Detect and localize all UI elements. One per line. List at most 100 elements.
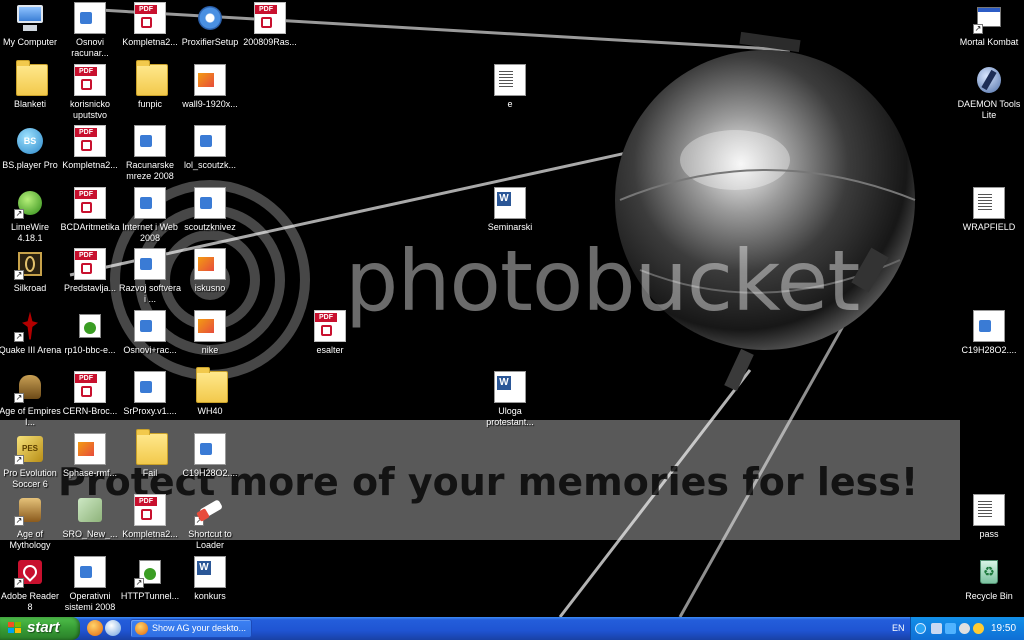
desktop-icon-blanketi[interactable]: Blanketi: [0, 59, 62, 110]
desktop-icon-osnovi-rac[interactable]: Osnovi+rac...: [118, 309, 182, 356]
desktop-icon-seminarski[interactable]: Seminarski: [478, 186, 542, 233]
desktop-icon-pass[interactable]: pass: [957, 494, 1021, 540]
desktop-icon-daemon[interactable]: DAEMON Tools Lite: [957, 64, 1021, 121]
desktop-icon-nike[interactable]: nike: [178, 309, 242, 356]
desktop-icon-label: Blanketi: [13, 98, 47, 109]
desktop-icon-predstavlja[interactable]: Predstavlja...: [58, 248, 122, 294]
desktop-icon-label: scoutzknivez: [184, 221, 236, 232]
desktop-icon-shortcut-loader[interactable]: ↗ Shortcut to Loader: [178, 494, 242, 551]
script-icon: [134, 309, 166, 342]
desktop-icon-osnovi-racunar[interactable]: Osnovi racunar...: [58, 2, 122, 59]
pdf-icon: [134, 494, 166, 526]
daemon-tray-icon[interactable]: [945, 623, 956, 634]
desktop-icon-funpic[interactable]: funpic: [118, 59, 182, 110]
desktop-icon-label: nike: [201, 344, 219, 355]
desktop-icon-internet-web[interactable]: Internet i Web 2008: [118, 186, 182, 244]
network-icon[interactable]: [931, 623, 942, 634]
desktop-icon-lol-scout[interactable]: lol_scoutzk...: [178, 125, 242, 171]
security-icon[interactable]: [973, 623, 984, 634]
desktop-icon-esalter[interactable]: esalter: [298, 309, 362, 356]
desktop-icon-rp10[interactable]: rp10-bbc-e...: [58, 310, 122, 356]
desktop-icon-httptunnel[interactable]: ↗ HTTPTunnel...: [118, 556, 182, 602]
windows-logo-icon: [8, 622, 22, 635]
desktop-icon-fail[interactable]: Fail: [118, 428, 182, 479]
image-file-icon: [74, 432, 106, 465]
desktop-icon-cern[interactable]: CERN-Broc...: [58, 371, 122, 417]
desktop-icon-scoutzknivez[interactable]: scoutzknivez: [178, 186, 242, 233]
show-hidden-icons-icon[interactable]: [915, 623, 926, 634]
desktop-icon-label: Shortcut to Loader: [188, 529, 232, 550]
desktop-icon-label: Pro Evolution Soccer 6: [3, 467, 57, 489]
desktop-icon-proxifier[interactable]: ProxifierSetup: [178, 2, 242, 48]
desktop-icon-c19h28o2-a[interactable]: C19H28O2....: [178, 432, 242, 479]
desktop-icon-label: pass: [979, 529, 999, 539]
desktop-icon-e[interactable]: e: [478, 63, 542, 110]
desktop-icon-200809ras[interactable]: 200809Ras...: [238, 2, 302, 48]
desktop-icon-wrapfield[interactable]: WRAPFIELD: [957, 186, 1021, 233]
word-doc-icon: [494, 186, 526, 219]
shortcut-arrow-icon: ↗: [14, 208, 24, 219]
shortcut-arrow-icon: ↗: [14, 454, 24, 465]
desktop-icon-kompletna2-a[interactable]: Kompletna2...: [58, 125, 122, 171]
desktop-icon-label: funpic: [137, 98, 163, 109]
desktop-icon-korisnicko[interactable]: korisnicko uputstvo: [58, 63, 122, 121]
desktop-icon-mortal-kombat[interactable]: ↗ Mortal Kombat: [957, 2, 1021, 48]
desktop-icon-wh40[interactable]: WH40: [178, 367, 242, 417]
volume-icon[interactable]: [959, 623, 970, 634]
shortcut-arrow-icon: ↗: [14, 516, 24, 526]
language-indicator[interactable]: EN: [892, 623, 905, 633]
desktop-icon-wall9[interactable]: wall9-1920x...: [178, 63, 242, 110]
desktop-icon-label: Adobe Reader 8: [0, 590, 60, 612]
desktop-icon-label: LimeWire 4.18.1: [10, 221, 49, 243]
folder-icon: [136, 428, 168, 465]
computer-icon: [14, 2, 46, 34]
desktop-icon-label: Uloga protestant...: [486, 406, 534, 427]
desktop-icon-sphase[interactable]: Sphase-rmf...: [58, 432, 122, 479]
script-icon: [194, 432, 226, 465]
desktop-icon-sro-new[interactable]: SRO_New_...: [58, 494, 122, 540]
desktop-icon-limewire[interactable]: ↗ LimeWire 4.18.1: [0, 187, 62, 244]
desktop-icon-c19h28o2-b[interactable]: C19H28O2....: [957, 309, 1021, 356]
desktop-icon-label: Racunarske mreze 2008: [125, 160, 175, 181]
desktop-icon-adobe[interactable]: ↗ Adobe Reader 8: [0, 556, 62, 613]
pdf-icon: [314, 309, 346, 342]
desktop-icon-konkurs[interactable]: konkurs: [178, 555, 242, 602]
quick-launch: [85, 620, 123, 637]
firefox-icon[interactable]: [87, 620, 103, 636]
desktop-icon-label: Sphase-rmf...: [62, 467, 118, 478]
desktop[interactable]: photobucket Protect more of your memorie…: [0, 0, 1024, 617]
shortcut-arrow-icon: ↗: [973, 24, 983, 34]
desktop-icon-bcd[interactable]: BCDAritmetika: [58, 186, 122, 233]
desktop-icon-recycle[interactable]: Recycle Bin: [957, 556, 1021, 602]
desktop-icon-label: Kompletna2...: [62, 160, 118, 170]
desktop-icon-pes6[interactable]: ↗ Pro Evolution Soccer 6: [0, 433, 62, 490]
shortcut-arrow-icon: ↗: [14, 577, 24, 588]
desktop-icon-uloga[interactable]: Uloga protestant...: [478, 371, 542, 428]
desktop-icon-iskusno[interactable]: iskusno: [178, 248, 242, 294]
desktop-icon-bsplayer[interactable]: BS.player Pro: [0, 125, 62, 171]
desktop-icon-srproxy[interactable]: SrProxy.v1....: [118, 371, 182, 417]
desktop-icon-label: Operativni sistemi 2008: [64, 590, 116, 612]
pdf-icon: [74, 186, 106, 219]
desktop-icon-quake[interactable]: ↗ Quake III Arena: [0, 310, 62, 356]
desktop-icon-razvoj[interactable]: Razvoj softvera i ...: [118, 248, 182, 305]
desktop-icon-aoe[interactable]: ↗ Age of Empires I...: [0, 371, 62, 428]
taskbar-button-firefox[interactable]: Show AG your deskto...: [130, 619, 252, 638]
desktop-icon-aom[interactable]: ↗ Age of Mythology: [0, 494, 62, 551]
httptunnel-icon: ↗: [134, 556, 166, 588]
desktop-icon-kompletna2-b[interactable]: Kompletna2...: [118, 2, 182, 48]
desktop-icon-label: DAEMON Tools Lite: [957, 98, 1021, 120]
script-icon: [134, 125, 166, 157]
desktop-icon-operativni[interactable]: Operativni sistemi 2008: [58, 555, 122, 613]
desktop-icon-label: SrProxy.v1....: [123, 406, 177, 416]
script-icon: [134, 248, 166, 280]
desktop-icon-kompletna2-c[interactable]: Kompletna2...: [118, 494, 182, 540]
desktop-icon-silkroad[interactable]: ↗ Silkroad: [0, 248, 62, 294]
desktop-icon-my-computer[interactable]: My Computer: [0, 2, 62, 48]
show-desktop-icon[interactable]: [105, 620, 121, 636]
desktop-icon-label: Kompletna2...: [122, 37, 178, 47]
start-button[interactable]: start: [0, 617, 80, 640]
desktop-icon-racunarske[interactable]: Racunarske mreze 2008: [118, 125, 182, 182]
folder-icon: [16, 59, 48, 96]
clock[interactable]: 19:50: [991, 623, 1016, 634]
